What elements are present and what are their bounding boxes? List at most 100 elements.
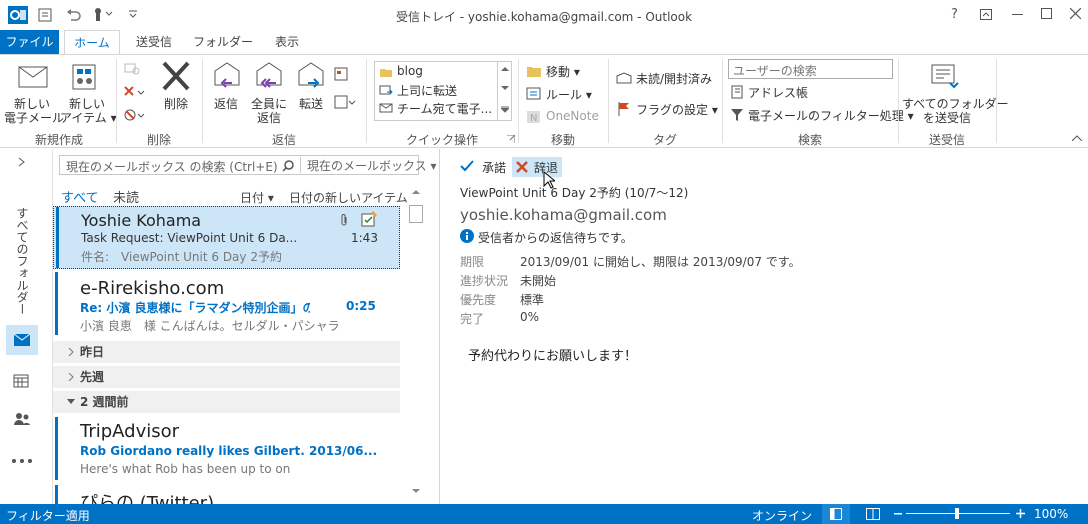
svg-text:N: N [530,113,537,124]
filter-all[interactable]: すべて [61,187,99,206]
gallery-scroll[interactable] [497,62,511,120]
group-header-last-week[interactable]: 先週 [53,366,400,388]
rules-button[interactable]: ルール ▾ [526,86,592,103]
meeting-reply-icon[interactable] [334,67,352,81]
folder-pane-label[interactable]: すべてのフォルダー [14,207,31,315]
zoom-out-icon[interactable] [894,513,902,515]
delete-button[interactable]: 削除 [156,97,196,111]
status-filter-applied: フィルター適用 [6,509,90,523]
search-icon[interactable] [282,160,294,172]
mail-time: 0:25 [346,299,376,313]
list-item[interactable]: TripAdvisor Rob Giordano really likes Gi… [53,417,400,480]
message-from[interactable]: yoshie.kohama@gmail.com [460,206,667,224]
scroll-down-icon[interactable] [412,489,420,494]
search-scope-dropdown[interactable]: 現在のメールボックス ▾ [300,157,437,173]
group-label: 先週 [80,370,105,384]
quick-step-forward-boss[interactable]: 上司に転送 [379,82,457,99]
new-items-button[interactable]: 新しい アイテム ▾ [60,97,117,125]
junk-icon[interactable] [124,108,146,122]
scroll-thumb[interactable] [409,205,423,223]
minimize-icon[interactable] [1012,14,1023,16]
zoom-in-icon[interactable] [1016,509,1025,518]
mail-sender: ぴらの (Twitter) [80,493,215,504]
field-label-complete: 完了 [460,312,485,326]
calendar-icon[interactable] [13,374,29,388]
ignore-icon[interactable] [124,61,140,75]
gallery-more-icon [501,106,509,113]
message-body: 予約代わりにお願いします！ [468,349,638,364]
ribbon-separator [518,59,519,143]
collapse-ribbon-icon[interactable] [1072,135,1082,141]
send-receive-all-button[interactable]: すべてのフォルダー を送受信 [902,97,1009,125]
selected-indicator [56,207,59,268]
people-search-input[interactable]: ユーザーの検索 [728,59,893,79]
reply-all-button[interactable]: 全員に 返信 [248,97,290,125]
nav-mail-selected[interactable] [6,325,38,355]
normal-view-button[interactable] [822,504,850,524]
address-book-button[interactable]: アドレス帳 [730,84,808,101]
dialog-launcher-icon[interactable] [507,135,515,143]
filter-email-button[interactable]: 電子メールのフィルター処理 ▾ [730,107,914,124]
flag-label: フラグの設定 ▾ [636,103,718,117]
list-item[interactable]: e-Rirekisho.com Re: 小濱 良恵様に「ラマダン特別企画」の..… [53,272,400,335]
cleanup-icon[interactable] [124,85,146,99]
field-value-priority: 標準 [520,293,545,307]
group-header-yesterday[interactable]: 昨日 [53,341,400,363]
people-icon[interactable] [13,412,31,426]
tab-view[interactable]: 表示 [262,30,312,54]
mail-preview: Here's what Rob has been up to on [80,462,291,476]
group-header-two-weeks-ago[interactable]: 2 週間前 [53,391,400,413]
forward-button[interactable]: 転送 [292,97,330,111]
list-item[interactable]: Yoshie Kohama Task Request: ViewPoint Un… [53,206,400,269]
tab-file[interactable]: ファイル [0,30,59,54]
accept-button[interactable]: 承諾 [460,159,506,176]
field-value-complete: 0% [520,310,540,324]
help-button[interactable]: ? [951,7,958,22]
search-placeholder: 現在のメールボックス の検索 (Ctrl+E) [66,160,278,174]
group-label-respond: 返信 [271,133,296,147]
sort-by-dropdown[interactable]: 日付 ▾ [240,189,274,206]
close-icon[interactable] [1070,8,1081,19]
expand-folder-pane-icon[interactable] [18,157,26,167]
title-bar: 受信トレイ - yoshie.kohama@gmail.com - Outloo… [0,0,1088,30]
email-icon [379,102,393,114]
reply-button[interactable]: 返信 [206,97,246,111]
zoom-level[interactable]: 100% [1034,507,1068,521]
rules-icon [526,87,542,101]
mail-subject: Task Request: ViewPoint Unit 6 Da... [81,231,298,245]
tab-home[interactable]: ホーム [64,30,120,55]
new-email-button[interactable]: 新しい 電子メール [4,97,64,125]
more-icon[interactable] [11,458,33,464]
list-scrollbar[interactable] [408,187,424,501]
list-item[interactable]: ぴらの (Twitter) [53,485,400,504]
unread-read-button[interactable]: 未読/開封済み [616,70,712,87]
onenote-button[interactable]: N OneNote [526,109,599,124]
more-respond-icon[interactable] [334,95,356,109]
move-button[interactable]: 移動 ▾ [526,63,580,80]
zoom-slider[interactable] [906,508,1010,519]
status-bar: フィルター適用 オンライン 100% [0,504,1088,524]
group-label: 2 週間前 [80,395,129,409]
field-label-due: 期限 [460,255,485,269]
tab-send-receive[interactable]: 送受信 [124,30,184,54]
scroll-up-icon[interactable] [412,189,420,194]
tab-folder[interactable]: フォルダー [190,30,256,54]
filter-unread[interactable]: 未読 [113,187,139,206]
collapse-arrow-icon [67,399,75,405]
restore-icon[interactable] [1041,8,1052,19]
quick-step-blog[interactable]: blog [379,64,423,78]
quick-step-team-email[interactable]: チーム宛て電子... [379,100,492,117]
flag-button[interactable]: フラグの設定 ▾ [616,101,718,118]
mailbox-search-input[interactable]: 現在のメールボックス の検索 (Ctrl+E) 現在のメールボックス ▾ [59,155,437,175]
checkmark-icon [460,160,474,172]
zoom-thumb[interactable] [955,508,959,519]
ribbon-separator [898,59,899,143]
ribbon-display-options-icon[interactable] [980,9,992,20]
sort-order[interactable]: 日付の新しいアイテム ↓ [289,189,422,206]
ribbon-separator [366,59,367,143]
scroll-up-icon [501,66,509,71]
reading-view-icon[interactable] [866,508,880,520]
quick-step-label: チーム宛て電子... [397,102,493,116]
ribbon-separator [202,59,203,143]
mail-subject: Rob Giordano really likes Gilbert... [80,444,305,458]
